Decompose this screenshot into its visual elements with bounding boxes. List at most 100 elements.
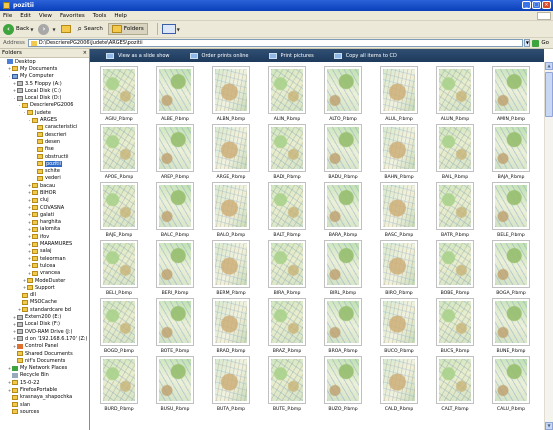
tree-item[interactable]: + galati (0, 211, 89, 218)
search-button[interactable]: ⌕ Search (78, 24, 103, 34)
file-name[interactable]: ALUL_P.bmp (372, 117, 426, 122)
tree-item[interactable]: + ModeDuster (0, 277, 89, 284)
file-name[interactable]: BUTE_P.bmp (260, 407, 314, 412)
map-thumbnail[interactable] (156, 66, 194, 114)
tree-item[interactable]: MSOCache (0, 299, 89, 306)
tree-item[interactable]: + standardcare bd (0, 306, 89, 313)
file-name[interactable]: BOBE_P.bmp (428, 291, 482, 296)
map-thumbnail[interactable] (436, 298, 474, 346)
tree-item[interactable]: krasnaya_shapochka (0, 394, 89, 401)
slideshow-task[interactable]: View as a slide show (106, 52, 170, 59)
tree-item[interactable]: caracteristici (0, 124, 89, 131)
tree-item[interactable]: - Judete (0, 109, 89, 116)
tree-item[interactable]: + Support (0, 284, 89, 291)
tree-item[interactable]: desen (0, 138, 89, 145)
scroll-down-arrow[interactable]: ▼ (545, 422, 553, 430)
order-prints-task[interactable]: Order prints online (189, 52, 249, 59)
tree-item[interactable]: + vrancea (0, 270, 89, 277)
map-thumbnail[interactable] (100, 356, 138, 404)
up-button[interactable] (60, 25, 73, 33)
file-name[interactable]: BUCO_P.bmp (372, 349, 426, 354)
menu-file[interactable]: File (3, 13, 12, 19)
map-thumbnail[interactable] (156, 356, 194, 404)
dropdown-arrow-icon[interactable]: ▼ (52, 27, 55, 32)
forward-button[interactable]: › ▼ (38, 23, 56, 35)
map-thumbnail[interactable] (100, 66, 138, 114)
tree-item[interactable]: + My Network Places (0, 364, 89, 371)
tree-item[interactable]: slan (0, 401, 89, 408)
tree-item[interactable]: descrieri (0, 131, 89, 138)
file-name[interactable]: BIRL_P.bmp (316, 291, 370, 296)
tree-item[interactable]: sources (0, 408, 89, 415)
tree-item[interactable]: + ialomita (0, 226, 89, 233)
vertical-scrollbar[interactable]: ▲ ▼ (544, 62, 553, 430)
file-name[interactable]: BELE_P.bmp (484, 233, 538, 238)
address-dropdown[interactable]: ▼ (524, 39, 531, 47)
back-button[interactable]: ‹ Back ▼ (3, 23, 33, 35)
file-name[interactable]: BOGA_P.bmp (484, 291, 538, 296)
file-name[interactable]: BAHN_P.bmp (372, 175, 426, 180)
map-thumbnail[interactable] (212, 240, 250, 288)
tree-item[interactable]: obstructii (0, 153, 89, 160)
tree-item[interactable]: - Local Disk (D:) (0, 94, 89, 101)
file-name[interactable]: BERI_P.bmp (148, 291, 202, 296)
tree-item[interactable]: + bacau (0, 182, 89, 189)
file-name[interactable]: BRAZ_P.bmp (260, 349, 314, 354)
file-name[interactable]: BURD_P.bmp (92, 407, 146, 412)
map-thumbnail[interactable] (436, 240, 474, 288)
file-name[interactable]: BALO_P.bmp (204, 233, 258, 238)
map-thumbnail[interactable] (268, 356, 306, 404)
file-name[interactable]: AGIU_P.bmp (92, 117, 146, 122)
tree-item[interactable]: + My Documents (0, 65, 89, 72)
map-thumbnail[interactable] (212, 356, 250, 404)
tree-item[interactable]: + Local Disk (C:) (0, 87, 89, 94)
file-name[interactable]: BELI_P.bmp (92, 291, 146, 296)
tree-item[interactable]: nif's Documents (0, 357, 89, 364)
file-name[interactable]: ALTO_P.bmp (316, 117, 370, 122)
map-thumbnail[interactable] (436, 356, 474, 404)
file-name[interactable]: BUCS_P.bmp (428, 349, 482, 354)
file-name[interactable]: BAIL_P.bmp (428, 175, 482, 180)
map-thumbnail[interactable] (324, 182, 362, 230)
tree-item[interactable]: pozitii (0, 160, 89, 167)
file-name[interactable]: CALD_P.bmp (372, 407, 426, 412)
map-thumbnail[interactable] (492, 298, 530, 346)
file-name[interactable]: BARA_P.bmp (316, 233, 370, 238)
menu-edit[interactable]: Edit (20, 13, 31, 19)
dropdown-arrow-icon[interactable]: ▼ (30, 27, 33, 32)
file-name[interactable]: BADI_P.bmp (260, 175, 314, 180)
tree-item[interactable]: + COVASNA (0, 204, 89, 211)
file-name[interactable]: ARGE_P.bmp (204, 175, 258, 180)
minimize-button[interactable]: _ (522, 1, 531, 9)
tree-item[interactable]: + FirefoxPortable (0, 386, 89, 393)
tree-item[interactable]: - DescrierePG2006 (0, 102, 89, 109)
tree-item[interactable]: +15-0-22 (0, 379, 89, 386)
map-thumbnail[interactable] (492, 356, 530, 404)
file-name[interactable]: BUTA_P.bmp (204, 407, 258, 412)
map-thumbnail[interactable] (324, 124, 362, 172)
file-name[interactable]: APOE_P.bmp (92, 175, 146, 180)
map-thumbnail[interactable] (100, 124, 138, 172)
print-pictures-task[interactable]: Print pictures (268, 52, 314, 59)
map-thumbnail[interactable] (324, 298, 362, 346)
map-thumbnail[interactable] (100, 240, 138, 288)
map-thumbnail[interactable] (268, 124, 306, 172)
file-name[interactable]: AMIN_P.bmp (484, 117, 538, 122)
file-name[interactable]: ALUN_P.bmp (428, 117, 482, 122)
map-thumbnail[interactable] (380, 240, 418, 288)
tree-item[interactable]: + harghita (0, 219, 89, 226)
map-thumbnail[interactable] (212, 124, 250, 172)
tree-item[interactable]: + BIHOR (0, 189, 89, 196)
map-thumbnail[interactable] (268, 240, 306, 288)
tree-item[interactable]: + salaj (0, 248, 89, 255)
map-thumbnail[interactable] (380, 66, 418, 114)
map-thumbnail[interactable] (380, 182, 418, 230)
file-name[interactable]: BADU_P.bmp (316, 175, 370, 180)
map-thumbnail[interactable] (436, 66, 474, 114)
scrollbar-thumb[interactable] (545, 72, 553, 117)
file-name[interactable]: AREP_P.bmp (148, 175, 202, 180)
map-thumbnail[interactable] (100, 182, 138, 230)
scroll-up-arrow[interactable]: ▲ (545, 62, 553, 70)
map-thumbnail[interactable] (156, 124, 194, 172)
file-name[interactable]: ALIN_P.bmp (260, 117, 314, 122)
